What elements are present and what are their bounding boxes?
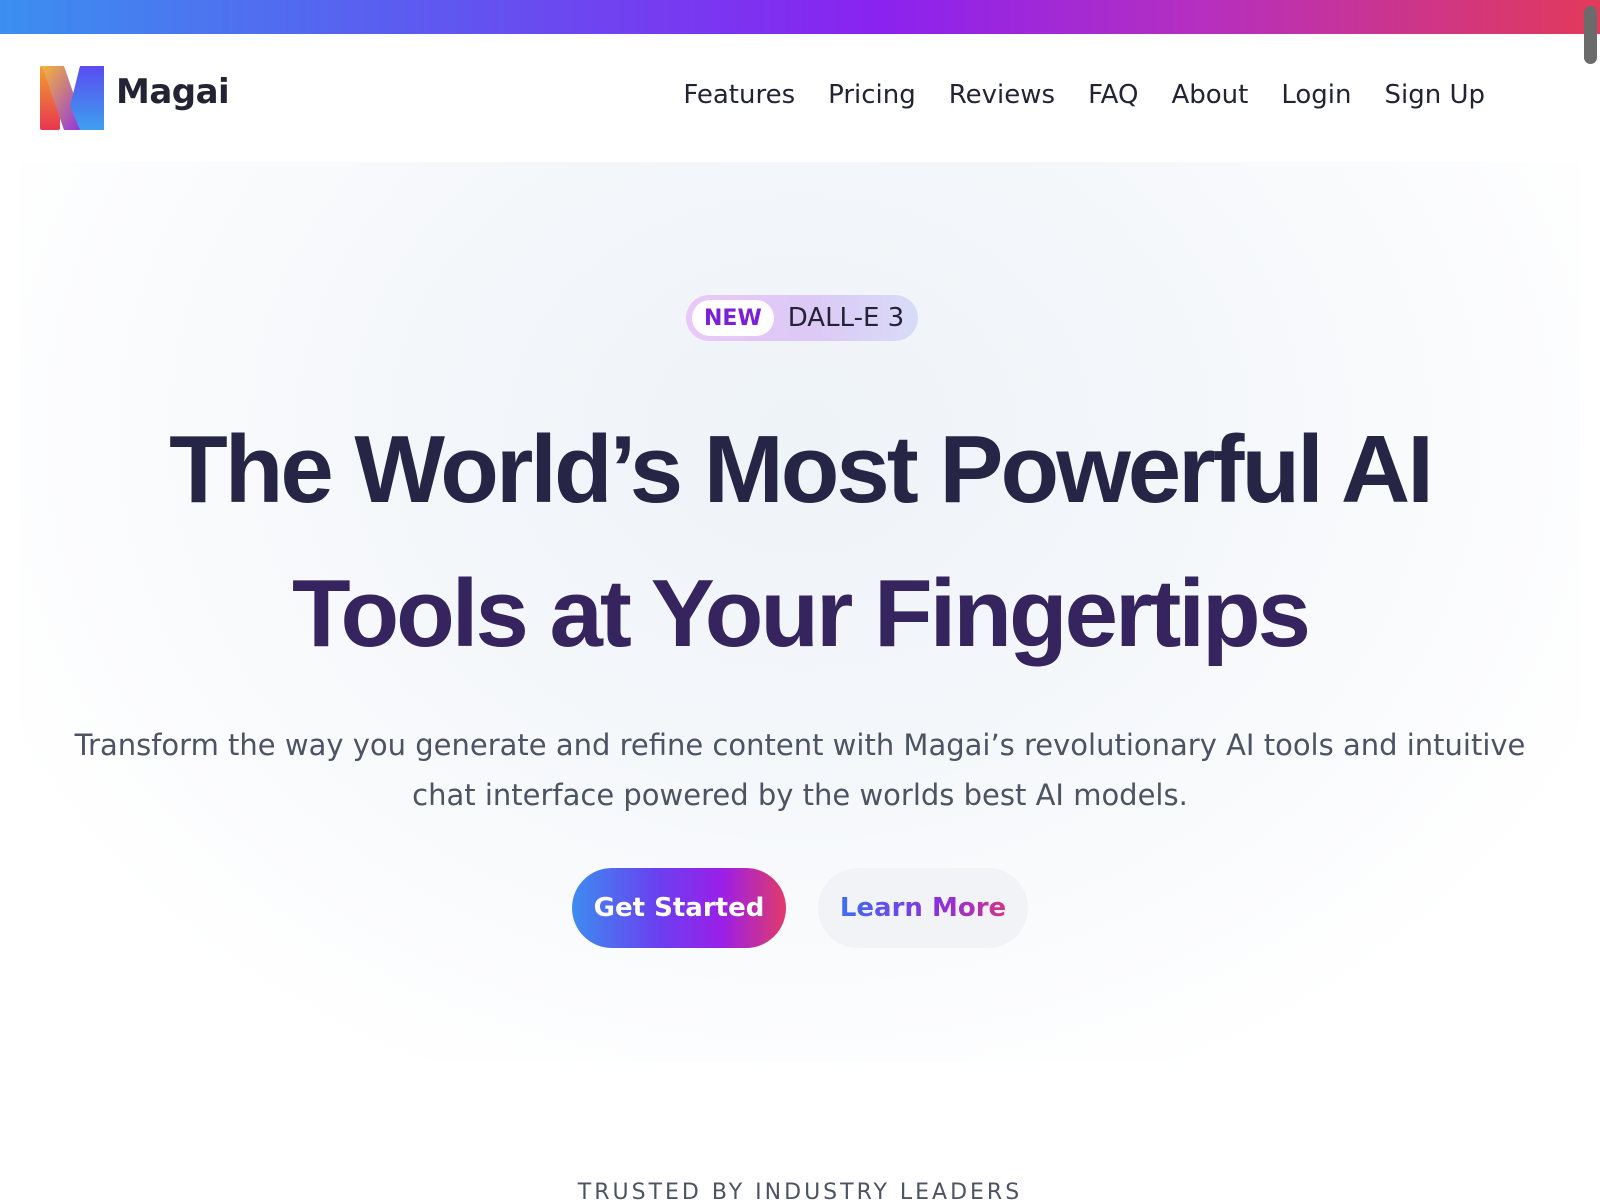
badge-text: DALL-E 3: [787, 303, 905, 333]
nav-faq[interactable]: FAQ: [1088, 80, 1138, 110]
scrollbar[interactable]: [1580, 0, 1600, 1200]
main-nav: Features Pricing Reviews FAQ About Login…: [683, 80, 1485, 110]
nav-reviews[interactable]: Reviews: [949, 80, 1055, 110]
headline-line-1: The World’s Most Powerful AI: [169, 416, 1434, 523]
top-gradient-bar: [0, 0, 1600, 34]
hero-subtext: Transform the way you generate and refin…: [74, 728, 1526, 812]
headline-line-2: Tools at Your Fingertips: [291, 560, 1311, 667]
nav-sign-up[interactable]: Sign Up: [1384, 80, 1485, 110]
get-started-button[interactable]: Get Started: [572, 868, 786, 948]
magai-logo-icon[interactable]: [40, 66, 104, 130]
learn-more-label: Learn More: [839, 893, 1007, 923]
site-header: Magai Features Pricing Reviews FAQ About…: [0, 34, 1580, 162]
learn-more-button[interactable]: Learn More: [818, 868, 1028, 948]
page: Magai Features Pricing Reviews FAQ About…: [0, 0, 1600, 1200]
hero-headline: The World’s Most Powerful AI Tools at Yo…: [0, 398, 1600, 686]
nav-features[interactable]: Features: [683, 80, 795, 110]
trusted-by-heading: TRUSTED BY INDUSTRY LEADERS: [577, 1180, 1023, 1200]
announcement-badge[interactable]: NEW DALL-E 3: [686, 295, 919, 341]
nav-about[interactable]: About: [1171, 80, 1248, 110]
brand-name[interactable]: Magai: [116, 72, 230, 112]
nav-login[interactable]: Login: [1281, 80, 1351, 110]
scrollbar-thumb[interactable]: [1584, 6, 1597, 64]
nav-pricing[interactable]: Pricing: [828, 80, 916, 110]
badge-new-tag: NEW: [692, 300, 774, 336]
